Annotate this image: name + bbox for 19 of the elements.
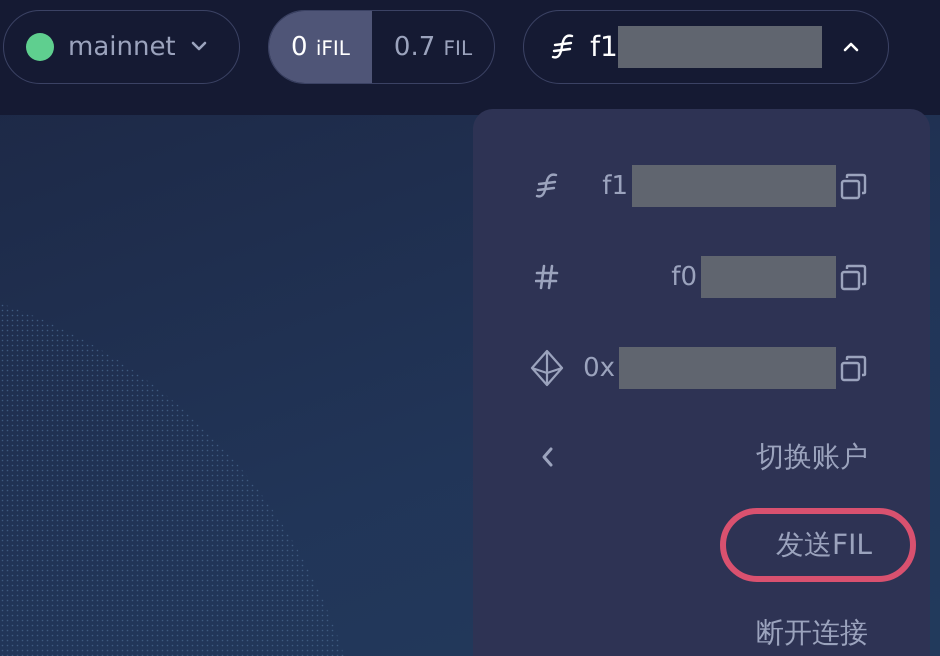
menu-action[interactable]: 切换账户 — [756, 424, 868, 490]
address-text: f1 — [602, 171, 628, 201]
diamond-icon — [530, 348, 564, 386]
account-address: f1 — [590, 30, 618, 63]
balance-tab[interactable]: 0.7 FIL — [372, 10, 494, 82]
menu-action[interactable]: 发送FIL — [720, 508, 916, 582]
network-name: mainnet — [68, 32, 176, 62]
account-button[interactable]: f1 — [523, 10, 890, 84]
address-text: 0x — [583, 352, 615, 382]
menu-action[interactable]: 断开连接 — [756, 600, 868, 656]
copy-icon — [840, 172, 868, 200]
hash-icon — [535, 264, 559, 290]
network-selector[interactable]: mainnet — [3, 10, 240, 84]
copy-icon — [840, 354, 868, 382]
address-text: f0 — [671, 262, 697, 292]
back-chevron-icon — [540, 446, 554, 468]
status-dot-icon — [26, 32, 54, 60]
balance-tab[interactable]: 0 iFIL — [269, 10, 372, 82]
copy-icon — [840, 262, 868, 290]
